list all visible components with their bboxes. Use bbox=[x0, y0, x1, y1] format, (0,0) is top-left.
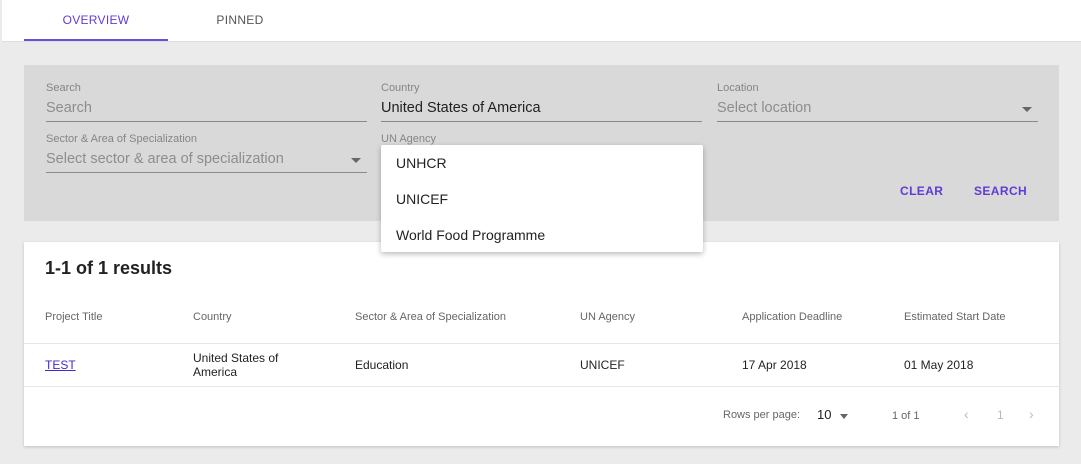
tab-pinned[interactable]: PINNED bbox=[168, 0, 312, 41]
search-input[interactable]: Search bbox=[46, 99, 367, 122]
results-card: 1-1 of 1 results Project Title Country S… bbox=[24, 242, 1059, 446]
column-header-sector[interactable]: Sector & Area of Specialization bbox=[355, 311, 506, 323]
dropdown-option-wfp[interactable]: World Food Programme bbox=[396, 227, 545, 243]
active-tab-indicator bbox=[24, 39, 168, 41]
search-field: Search Search bbox=[46, 82, 367, 122]
chevron-down-icon[interactable] bbox=[1022, 107, 1032, 112]
country-label: Country bbox=[381, 82, 420, 94]
dropdown-option-unicef[interactable]: UNICEF bbox=[396, 191, 448, 207]
chevron-down-icon[interactable] bbox=[351, 158, 361, 163]
location-label: Location bbox=[717, 82, 759, 94]
search-label: Search bbox=[46, 82, 81, 94]
column-header-application-deadline[interactable]: Application Deadline bbox=[742, 311, 842, 323]
column-header-country[interactable]: Country bbox=[193, 311, 232, 323]
location-field: Location Select location bbox=[717, 82, 1038, 122]
chevron-right-icon[interactable]: › bbox=[1029, 406, 1034, 422]
row-country-line1: United States of bbox=[193, 351, 279, 365]
rows-per-page-label: Rows per page: bbox=[723, 409, 801, 421]
row-deadline: 17 Apr 2018 bbox=[742, 358, 807, 372]
page-info: 1 of 1 bbox=[892, 410, 920, 422]
header-divider bbox=[24, 343, 1059, 344]
chevron-left-icon[interactable]: ‹ bbox=[964, 406, 969, 422]
rows-per-page-select[interactable]: 10 bbox=[817, 407, 831, 422]
location-select[interactable]: Select location bbox=[717, 99, 1038, 122]
sector-placeholder: Select sector & area of specialization bbox=[46, 151, 284, 167]
sector-field: Sector & Area of Specialization Select s… bbox=[46, 133, 367, 173]
row-country: United States of America bbox=[193, 351, 278, 379]
dropdown-option-unhcr[interactable]: UNHCR bbox=[396, 155, 447, 171]
row-start-date: 01 May 2018 bbox=[904, 358, 974, 372]
sector-select[interactable]: Select sector & area of specialization bbox=[46, 150, 367, 173]
row-divider bbox=[24, 386, 1059, 387]
clear-button[interactable]: CLEAR bbox=[900, 184, 943, 198]
search-button[interactable]: SEARCH bbox=[974, 184, 1027, 198]
location-placeholder: Select location bbox=[717, 100, 812, 116]
un-agency-dropdown: UNHCR UNICEF World Food Programme bbox=[381, 145, 703, 252]
tab-bar: OVERVIEW PINNED bbox=[2, 0, 1081, 42]
row-sector: Education bbox=[355, 358, 409, 372]
chevron-down-icon[interactable] bbox=[840, 414, 848, 419]
column-header-project-title[interactable]: Project Title bbox=[45, 311, 102, 323]
tab-overview[interactable]: OVERVIEW bbox=[24, 0, 168, 41]
country-field: Country United States of America bbox=[381, 82, 702, 122]
results-summary: 1-1 of 1 results bbox=[45, 258, 173, 278]
country-input[interactable]: United States of America bbox=[381, 99, 702, 122]
row-country-line2: America bbox=[193, 365, 238, 379]
column-header-un-agency[interactable]: UN Agency bbox=[580, 311, 635, 323]
sector-label: Sector & Area of Specialization bbox=[46, 133, 198, 145]
project-title-link[interactable]: TEST bbox=[45, 358, 76, 372]
row-agency: UNICEF bbox=[580, 358, 625, 372]
current-page-number: 1 bbox=[997, 408, 1004, 422]
column-header-start-date[interactable]: Estimated Start Date bbox=[904, 311, 1006, 323]
